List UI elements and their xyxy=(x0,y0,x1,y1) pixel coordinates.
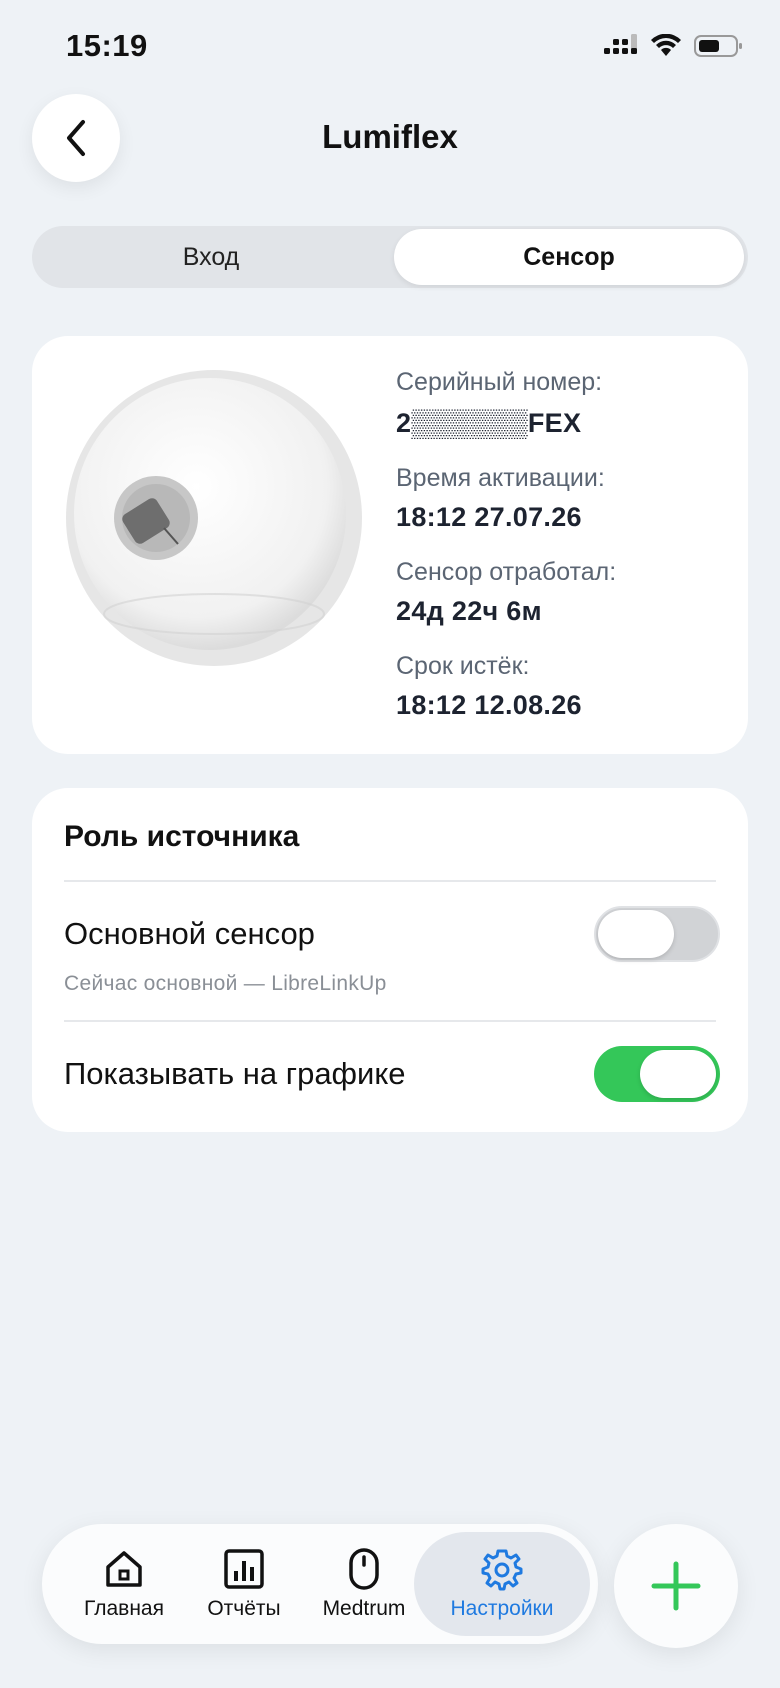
tab-medtrum[interactable]: Medtrum xyxy=(314,1524,414,1644)
tab-sensor[interactable]: Сенсор xyxy=(394,229,744,285)
serial-label: Серийный номер: xyxy=(396,368,603,396)
primary-sensor-subtitle: Сейчас основной — LibreLinkUp xyxy=(64,972,387,995)
show-on-chart-toggle[interactable] xyxy=(594,1046,720,1102)
signal-icon xyxy=(604,34,637,54)
tab-settings-label: Настройки xyxy=(450,1597,554,1620)
show-on-chart-label: Показывать на графике xyxy=(64,1056,406,1091)
primary-sensor-toggle[interactable] xyxy=(594,906,720,962)
tab-home-label: Главная xyxy=(84,1597,164,1620)
serial-value: 2▒▒▒▒▒▒FEX xyxy=(396,408,582,438)
tab-settings[interactable]: Настройки xyxy=(432,1524,572,1644)
status-time: 15:19 xyxy=(66,28,148,63)
primary-sensor-label: Основной сенсор xyxy=(64,916,315,951)
divider xyxy=(64,1020,716,1022)
worked-value: 24д 22ч 6м xyxy=(396,596,542,626)
tab-reports[interactable]: Отчёты xyxy=(194,1524,294,1644)
toggle-knob xyxy=(640,1050,716,1098)
device-icon xyxy=(349,1548,379,1590)
tab-reports-label: Отчёты xyxy=(207,1597,281,1620)
worked-label: Сенсор отработал: xyxy=(396,558,617,586)
status-icons xyxy=(604,34,744,58)
page-title: Lumiflex xyxy=(322,118,458,155)
reports-icon xyxy=(224,1549,264,1589)
tab-home[interactable]: Главная xyxy=(74,1524,174,1644)
toggle-knob xyxy=(598,910,674,958)
segmented-control: Вход Сенсор xyxy=(32,226,748,288)
divider xyxy=(64,880,716,882)
activation-value: 18:12 27.07.26 xyxy=(396,502,582,532)
home-icon xyxy=(106,1551,142,1587)
add-button[interactable] xyxy=(614,1524,738,1648)
gear-icon xyxy=(481,1549,523,1591)
battery-icon xyxy=(694,35,742,57)
activation-label: Время активации: xyxy=(396,464,605,492)
wifi-icon xyxy=(651,34,681,56)
source-role-title: Роль источника xyxy=(64,820,300,853)
sensor-image xyxy=(66,370,362,666)
tab-medtrum-label: Medtrum xyxy=(322,1597,406,1620)
expired-value: 18:12 12.08.26 xyxy=(396,690,582,720)
tab-input[interactable]: Вход xyxy=(32,226,390,288)
expired-label: Срок истёк: xyxy=(396,652,530,680)
plus-icon xyxy=(651,1561,701,1611)
